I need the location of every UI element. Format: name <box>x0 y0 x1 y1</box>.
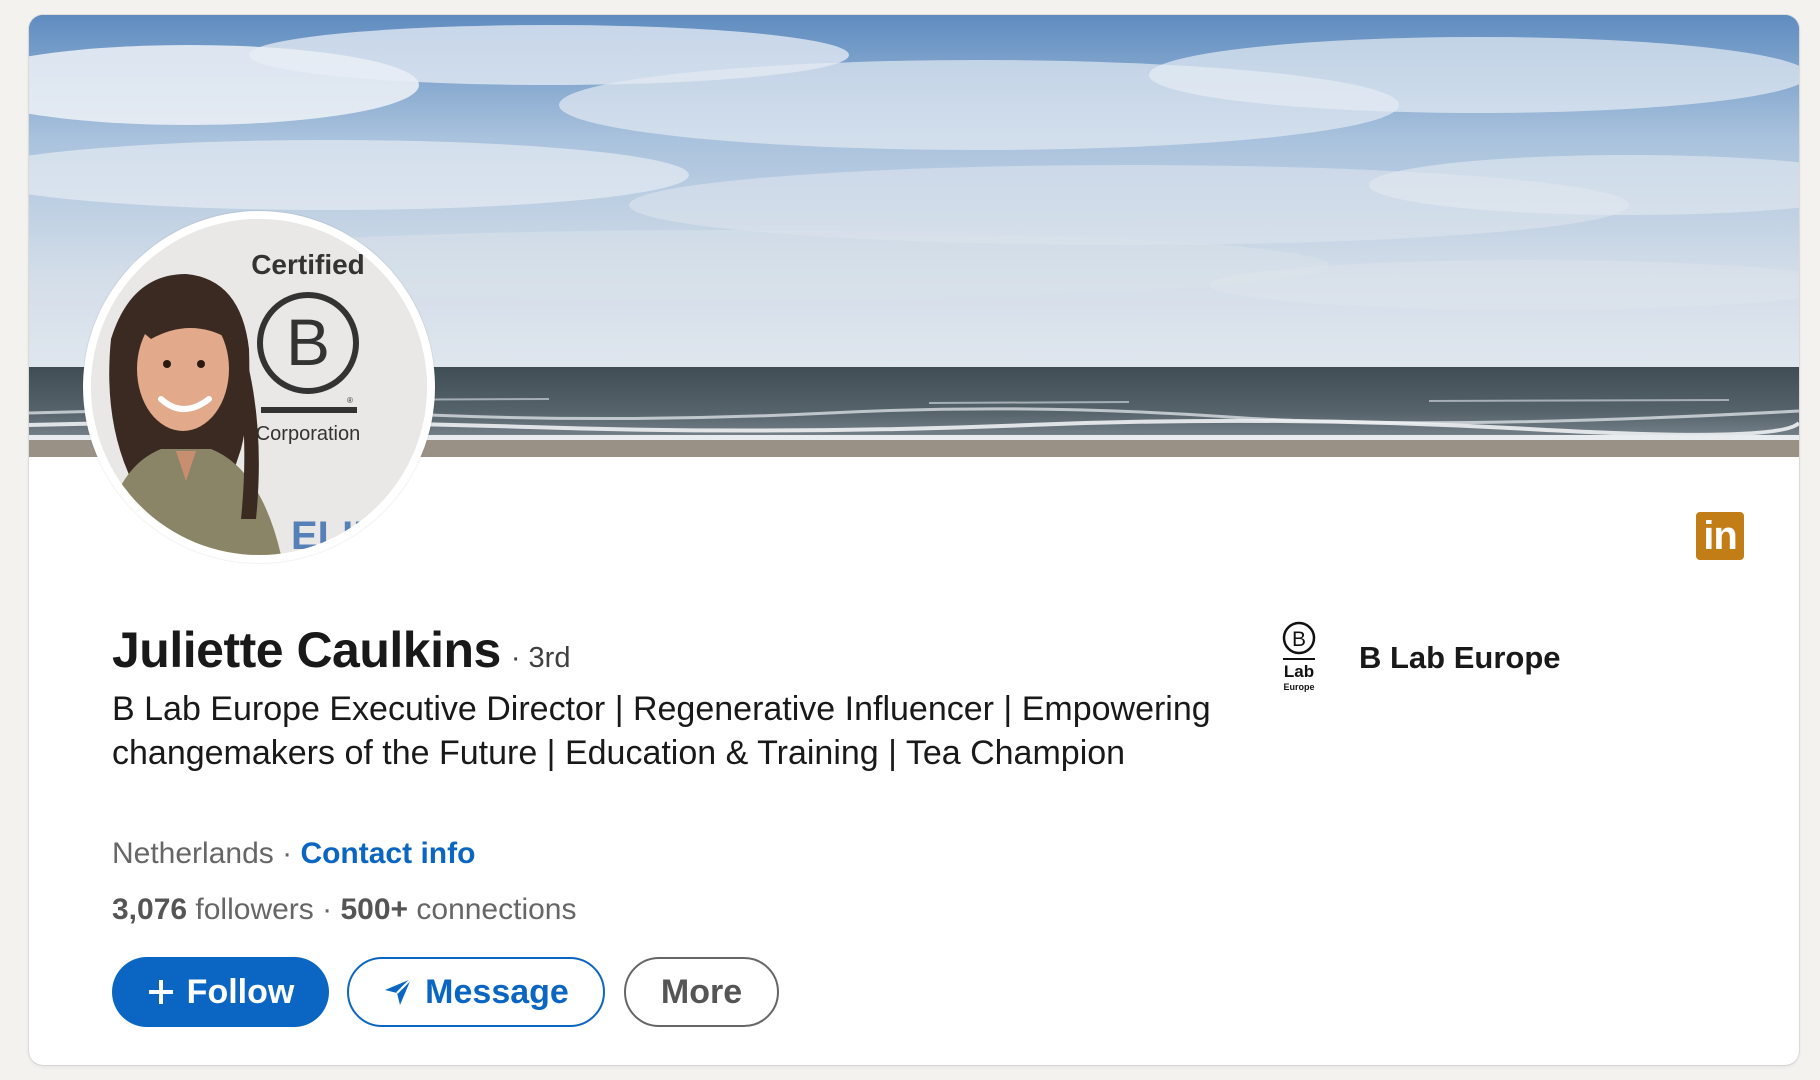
follow-label: Follow <box>186 972 295 1011</box>
certified-text: Certified <box>251 249 365 280</box>
followers-count: 3,076 <box>112 893 188 926</box>
stats-separator: · <box>313 893 341 926</box>
send-icon <box>383 977 413 1007</box>
connections-count: 500+ <box>340 893 409 926</box>
profile-headline: B Lab Europe Executive Director | Regene… <box>112 690 1211 772</box>
connections-stat[interactable]: 500+ connections <box>340 893 576 926</box>
connections-label: connections <box>408 893 577 926</box>
message-label: Message <box>425 972 569 1011</box>
company-name: B Lab Europe <box>1359 640 1561 675</box>
profile-name: Juliette Caulkins <box>112 622 501 678</box>
b-lab-europe-logo: B Lab Europe <box>1277 620 1321 696</box>
message-button[interactable]: Message <box>347 957 605 1027</box>
stats-row: 3,076 followers · 500+ connections <box>112 893 577 927</box>
linkedin-icon[interactable]: in <box>1696 512 1744 560</box>
profile-photo[interactable]: Certified B ® Corporation ELIEV <box>83 211 435 563</box>
current-company[interactable]: B Lab Europe B Lab Europe <box>1277 620 1561 696</box>
followers-stat[interactable]: 3,076 followers <box>112 893 314 926</box>
svg-text:B: B <box>1292 628 1306 651</box>
location: Netherlands <box>112 837 274 870</box>
location-row: Netherlands · Contact info <box>112 837 475 871</box>
svg-text:Lab: Lab <box>1284 662 1314 681</box>
connection-degree: · 3rd <box>510 642 571 674</box>
more-label: More <box>660 972 743 1011</box>
profile-card: Certified B ® Corporation ELIEV in Julie… <box>29 15 1799 1065</box>
profile-photo-image: Certified B ® Corporation ELIEV <box>91 219 427 555</box>
plus-icon <box>147 978 175 1006</box>
more-button[interactable]: More <box>624 957 779 1027</box>
location-separator: · <box>273 837 301 870</box>
corporation-text: Corporation <box>256 423 361 445</box>
svg-text:Europe: Europe <box>1283 682 1314 692</box>
linkedin-icon-label: in <box>1703 514 1738 558</box>
follow-button[interactable]: Follow <box>112 957 329 1027</box>
b-letter: B <box>286 305 330 379</box>
name-row: Juliette Caulkins · 3rd <box>112 621 570 679</box>
contact-info-link[interactable]: Contact info <box>300 837 475 870</box>
svg-text:®: ® <box>347 396 353 405</box>
partial-word-text: ELIEV <box>291 514 407 555</box>
followers-label: followers <box>187 893 314 926</box>
